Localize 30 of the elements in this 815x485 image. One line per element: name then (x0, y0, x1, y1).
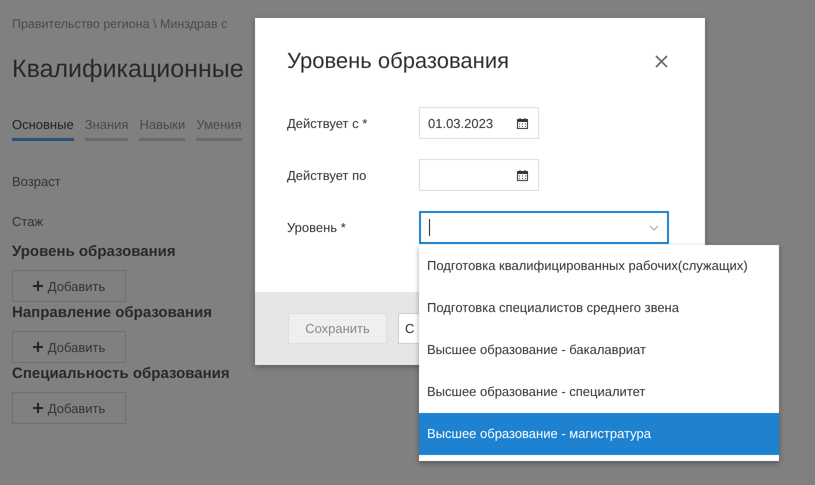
section-title: Направление образования (12, 304, 212, 321)
plus-icon (32, 403, 43, 413)
field-label: Действует с * (287, 116, 368, 130)
chevron-down-icon (649, 224, 659, 230)
add-button[interactable]: Добавить (12, 331, 126, 363)
calendar-icon (517, 170, 528, 180)
dropdown-option[interactable]: Высшее образование - магистратура (419, 413, 779, 455)
field-label: Уровень * (287, 220, 347, 235)
dropdown-option[interactable]: Подготовка специалистов среднего звена (419, 287, 779, 329)
text-cursor (429, 219, 430, 236)
tab[interactable]: Основные (12, 117, 74, 141)
select-field[interactable] (419, 211, 669, 244)
date-field[interactable] (419, 159, 539, 191)
plus-icon (32, 342, 43, 352)
add-button[interactable]: Добавить (12, 392, 126, 424)
dropdown-option[interactable]: Высшее образование - бакалавриат (419, 329, 779, 371)
add-button[interactable]: Добавить (12, 270, 126, 302)
section-title: Специальность образования (12, 365, 230, 382)
calendar-icon (517, 118, 528, 128)
plus-icon (32, 281, 43, 291)
dialog-title: Уровень образования (287, 48, 510, 74)
field-label: Действует по (287, 168, 368, 182)
close-icon[interactable] (655, 54, 668, 68)
dropdown-option[interactable]: Высшее образование - специалитет (419, 371, 779, 413)
field-label: Стаж (12, 214, 44, 229)
section-title: Уровень образования (12, 243, 176, 260)
page-title: Квалификационные (12, 55, 244, 84)
dropdown-option[interactable]: Подготовка квалифицированных рабочих(служащих) (419, 245, 779, 287)
field-label: Возраст (12, 174, 61, 189)
date-field[interactable]: 01.03.2023 (419, 107, 539, 139)
